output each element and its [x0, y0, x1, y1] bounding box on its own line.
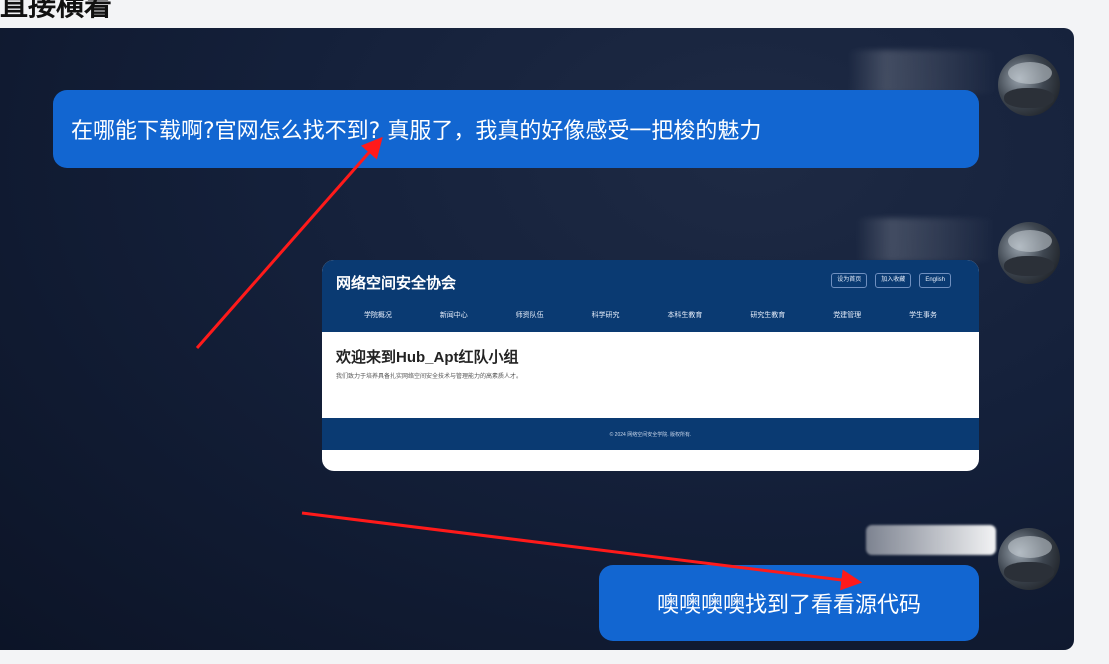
image-message-website-screenshot[interactable]: 网络空间安全协会 设为首页 加入收藏 English 学院概况 新闻中心 师资队…: [322, 260, 979, 471]
user-avatar[interactable]: [998, 222, 1060, 284]
blurred-username: [848, 50, 998, 94]
site-body: 欢迎来到Hub_Apt红队小组 我们致力于培养具备扎实网络空间安全技术与管理能力…: [322, 332, 979, 418]
english-button: English: [919, 273, 951, 288]
chat-window: 在哪能下载啊?官网怎么找不到? 真服了，我真的好像感受一把梭的魅力 网络空间安全…: [0, 28, 1074, 650]
set-homepage-button: 设为首页: [831, 273, 868, 288]
site-nav-item: 学生事务: [909, 312, 938, 319]
message-bubble[interactable]: 噢噢噢噢找到了看看源代码: [599, 565, 979, 641]
site-nav-item: 党建管理: [833, 312, 862, 319]
site-description: 我们致力于培养具备扎实网络空间安全技术与管理能力的高素质人才。: [336, 374, 523, 380]
message-bubble[interactable]: 在哪能下载啊?官网怎么找不到? 真服了，我真的好像感受一把梭的魅力: [53, 90, 979, 168]
site-nav-item: 新闻中心: [439, 312, 468, 319]
site-heading: 欢迎来到Hub_Apt红队小组: [336, 349, 519, 366]
user-avatar[interactable]: [998, 528, 1060, 590]
add-favorite-button: 加入收藏: [875, 273, 912, 288]
blurred-username: [856, 218, 996, 262]
site-nav-item: 研究生教育: [750, 312, 786, 319]
blurred-username: [866, 525, 996, 555]
site-nav-item: 学院概况: [363, 312, 392, 319]
site-nav-item: 本科生教育: [667, 312, 703, 319]
site-nav-item: 科学研究: [591, 312, 620, 319]
site-title: 网络空间安全协会: [336, 275, 457, 292]
site-nav: 学院概况 新闻中心 师资队伍 科学研究 本科生教育 研究生教育 党建管理 学生事…: [322, 310, 979, 320]
user-avatar[interactable]: [998, 54, 1060, 116]
site-header-buttons: 设为首页 加入收藏 English: [831, 273, 951, 288]
site-nav-item: 师资队伍: [515, 312, 544, 319]
site-header: 网络空间安全协会 设为首页 加入收藏 English 学院概况 新闻中心 师资队…: [322, 260, 979, 332]
page-caption: 直接横着: [0, 0, 113, 22]
site-footer: © 2024 网络空间安全学院. 版权所有.: [322, 418, 979, 450]
